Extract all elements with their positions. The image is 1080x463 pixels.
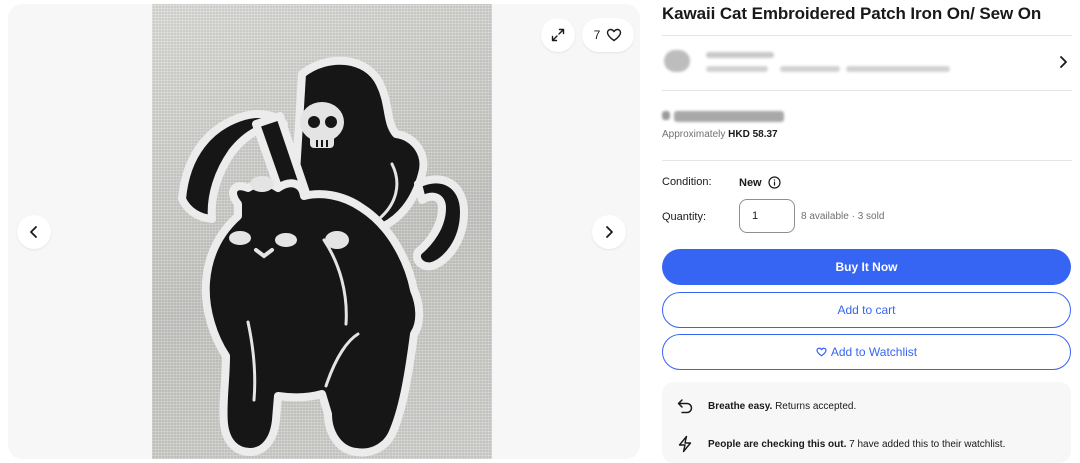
listing-details-panel: Kawaii Cat Embroidered Patch Iron On/ Se… (662, 0, 1072, 463)
returns-info: Breathe easy. Returns accepted. (676, 398, 856, 414)
availability: 8 available · 3 sold (801, 211, 885, 222)
add-to-watchlist-button[interactable]: Add to Watchlist (662, 334, 1071, 370)
patch-illustration (178, 56, 468, 457)
return-arrow-icon (677, 399, 693, 414)
seller-rating-redacted (780, 66, 840, 72)
listing-title: Kawaii Cat Embroidered Patch Iron On/ Se… (662, 4, 1042, 23)
heart-icon (816, 347, 827, 357)
watch-count: 7 (593, 28, 601, 42)
seller-feedback-redacted (706, 66, 768, 72)
approximate-price: Approximately HKD 58.37 (662, 129, 778, 140)
previous-image-button[interactable] (17, 215, 51, 249)
condition-label: Condition: (662, 176, 712, 188)
info-icon[interactable] (768, 176, 781, 189)
product-photo[interactable] (152, 4, 492, 459)
divider (662, 160, 1072, 161)
seller-link-redacted (846, 66, 950, 72)
heart-icon (607, 28, 622, 42)
seller-name-redacted (706, 52, 774, 58)
seller-info-card[interactable] (662, 35, 1072, 91)
buy-it-now-button[interactable]: Buy It Now (662, 249, 1071, 285)
add-to-cart-button[interactable]: Add to cart (662, 292, 1071, 328)
approximate-price-value: HKD 58.37 (728, 129, 778, 140)
watch-count-button[interactable]: 7 (582, 18, 634, 52)
lightning-icon (678, 435, 692, 453)
listing-page: 7 Kawaii Cat Embroidered Patch Iron On/ … (0, 0, 1080, 463)
seller-avatar (664, 50, 690, 72)
expand-icon (551, 28, 565, 42)
quantity-label: Quantity: (662, 211, 707, 223)
condition-value: New (739, 176, 781, 189)
image-gallery: 7 (8, 4, 640, 459)
chevron-left-icon (30, 226, 37, 238)
next-image-button[interactable] (592, 215, 626, 249)
chevron-right-icon (1060, 56, 1067, 68)
chevron-right-icon (606, 226, 613, 238)
watchers-info: People are checking this out. 7 have add… (676, 435, 1005, 453)
expand-image-button[interactable] (541, 18, 575, 52)
info-box: Breathe easy. Returns accepted. People a… (662, 382, 1071, 463)
price-redacted (674, 111, 784, 122)
quantity-input[interactable] (739, 199, 795, 233)
